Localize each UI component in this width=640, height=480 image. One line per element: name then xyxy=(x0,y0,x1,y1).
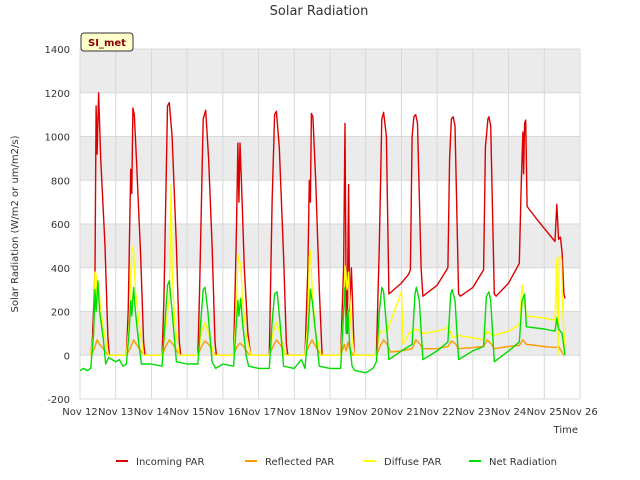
x-tick-label: Nov 14 xyxy=(134,407,169,418)
chart-title: Solar Radiation xyxy=(270,4,369,19)
legend-label-reflected-par: Reflected PAR xyxy=(265,457,334,468)
solar-radiation-chart: Solar Radiation -200 0 200 400 600 800 1000 120… xyxy=(10,4,598,468)
y-axis-ticks: -200 0 200 400 600 800 1000 1200 1400 xyxy=(45,45,70,406)
x-axis-label: Time xyxy=(553,425,578,436)
y-tick-label: 800 xyxy=(51,176,70,187)
x-tick-label: Nov 24 xyxy=(491,407,526,418)
x-tick-label: Nov 12 xyxy=(62,407,97,418)
legend: Incoming PAR Reflected PAR Diffuse PAR Net … xyxy=(116,457,557,468)
y-tick-label: -200 xyxy=(47,395,70,406)
y-tick-label: 200 xyxy=(51,308,70,319)
station-badge-label: SI_met xyxy=(88,38,126,49)
x-tick-label: Nov 18 xyxy=(277,407,312,418)
x-axis-ticks: Nov 12 Nov 13 Nov 14 Nov 15 Nov 16 Nov 17 Nov … xyxy=(62,407,597,418)
y-tick-label: 600 xyxy=(51,220,70,231)
x-tick-label: Nov 20 xyxy=(348,407,383,418)
y-tick-label: 0 xyxy=(64,351,70,362)
y-tick-label: 1000 xyxy=(45,133,70,144)
y-tick-label: 400 xyxy=(51,264,70,275)
x-tick-label: Nov 26 xyxy=(562,407,597,418)
legend-label-diffuse-par: Diffuse PAR xyxy=(384,457,441,468)
x-tick-label: Nov 22 xyxy=(419,407,454,418)
x-tick-label: Nov 16 xyxy=(205,407,240,418)
y-tick-label: 1400 xyxy=(45,45,70,56)
y-axis-label: Solar Radiation (W/m2 or um/m2/s) xyxy=(10,135,21,312)
y-tick-label: 1200 xyxy=(45,89,70,100)
legend-label-net-radiation: Net Radiation xyxy=(489,457,557,468)
x-tick-label: Nov 17 xyxy=(241,407,276,418)
station-badge: SI_met xyxy=(80,32,134,52)
x-tick-label: Nov 23 xyxy=(455,407,490,418)
x-tick-label: Nov 13 xyxy=(98,407,133,418)
x-tick-label: Nov 21 xyxy=(384,407,419,418)
legend-label-incoming-par: Incoming PAR xyxy=(136,457,205,468)
x-tick-label: Nov 19 xyxy=(312,407,347,418)
x-tick-label: Nov 15 xyxy=(169,407,204,418)
x-tick-label: Nov 25 xyxy=(527,407,562,418)
